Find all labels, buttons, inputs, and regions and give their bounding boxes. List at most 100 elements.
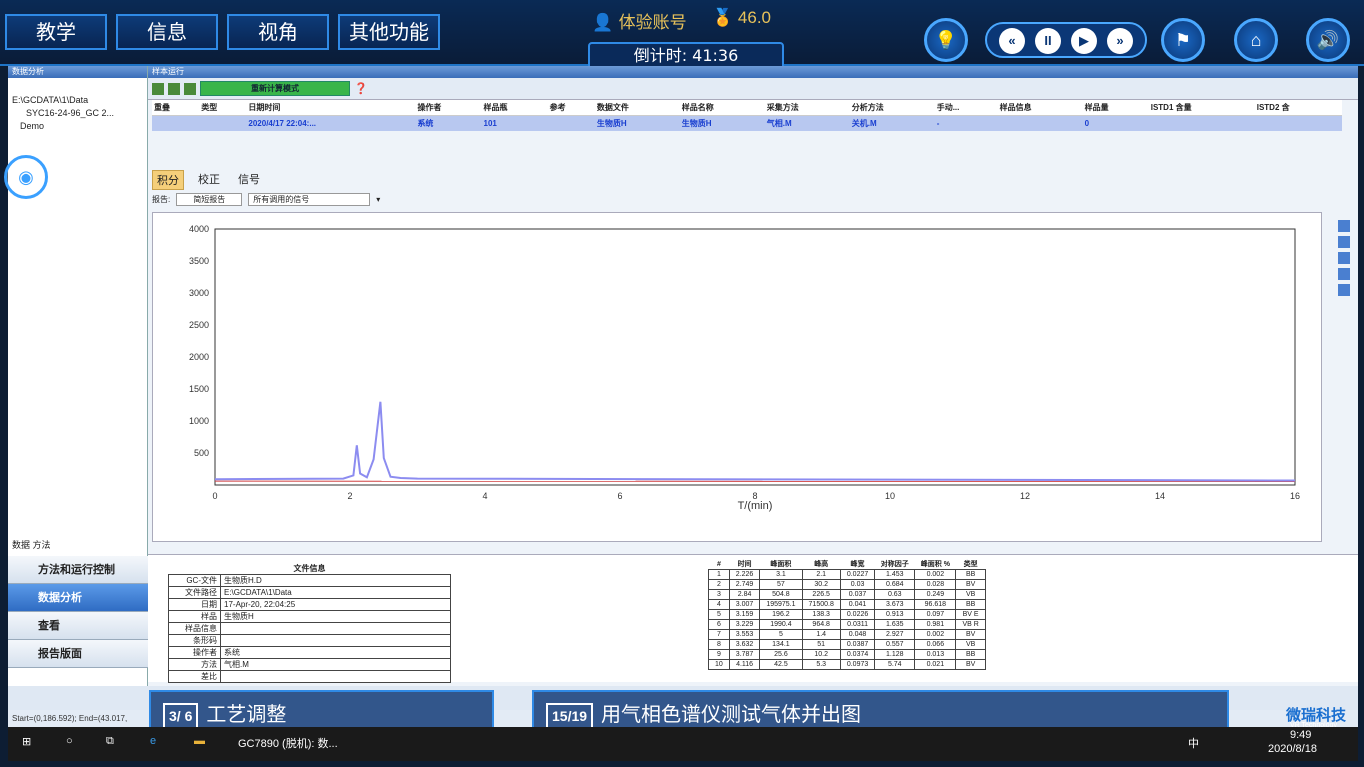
peak-cell: 196.2 — [759, 609, 803, 620]
nav-view[interactable]: 查看 — [8, 612, 148, 640]
folder-icon[interactable]: ▬ — [194, 735, 205, 747]
table-row[interactable]: 2020/4/17 22:04:... 系统 101 生物质H 生物质H 气相.… — [152, 115, 1342, 131]
fast-forward-icon[interactable]: » — [1107, 28, 1133, 54]
column-header[interactable]: 分析方法 — [849, 100, 935, 116]
tab-signal[interactable]: 信号 — [234, 170, 264, 190]
column-header[interactable]: 类型 — [199, 100, 247, 116]
column-header[interactable]: 采集方法 — [764, 100, 850, 116]
info-row: GC-文件 生物质H.D — [168, 574, 451, 587]
peak-cell: 3.159 — [728, 609, 761, 620]
speaker-icon[interactable]: 🔊 — [1306, 18, 1350, 62]
help-icon[interactable]: ❓ — [354, 82, 368, 95]
table-row[interactable]: 1 2.226 3.1 2.1 0.0227 1.453 0.002 BB — [708, 569, 986, 580]
peak-cell: BV — [955, 629, 986, 640]
column-header[interactable]: 样品瓶 — [481, 100, 548, 116]
user-icon: 👤 — [592, 13, 614, 33]
column-header[interactable]: 样品名称 — [679, 100, 765, 116]
light-bulb-icon[interactable]: 💡 — [924, 18, 968, 62]
peak-cell: BB — [955, 599, 986, 610]
info-key: 方法 — [168, 658, 221, 671]
column-header[interactable]: 日期时间 — [246, 100, 416, 116]
peak-cell: 0.557 — [874, 639, 916, 650]
peak-cell: 5.3 — [801, 659, 841, 670]
step-icon[interactable] — [168, 82, 180, 95]
pause-icon[interactable]: II — [1035, 28, 1061, 54]
table-row[interactable]: 4 3.007 195975.1 71500.8 0.041 3.673 96.618 BB — [708, 599, 986, 610]
taskbar-app[interactable]: GC7890 (脱机): 数... — [238, 735, 338, 751]
info-row: 日期 17-Apr-20, 22:04:25 — [168, 598, 451, 611]
menu-view[interactable]: 视角 — [227, 14, 329, 50]
run-icon[interactable] — [152, 82, 164, 95]
info-row: 方法 气相.M — [168, 658, 451, 671]
peak-cell: 0.0227 — [839, 569, 876, 580]
peak-cell: 0.913 — [874, 609, 916, 620]
table-row[interactable]: 2 2.749 57 30.2 0.03 0.684 0.028 BV — [708, 579, 986, 590]
column-header[interactable]: 数据文件 — [594, 100, 680, 116]
tree-item[interactable]: Demo — [12, 120, 143, 133]
bookmark-icon[interactable]: ⚑ — [1161, 18, 1205, 62]
windows-icon[interactable]: ⊞ — [22, 735, 31, 748]
text-tool-icon[interactable] — [1338, 236, 1350, 248]
arrow-tool-icon[interactable] — [1338, 252, 1350, 264]
play-icon[interactable]: ▶ — [1071, 28, 1097, 54]
table-row[interactable]: 9 3.787 25.6 10.2 0.0374 1.128 0.013 BB — [708, 649, 986, 660]
chevron-down-icon[interactable]: ▾ — [376, 195, 380, 204]
table-row[interactable]: 10 4.116 42.5 5.3 0.0973 5.74 0.021 BV — [708, 659, 986, 670]
column-header[interactable]: 样品量 — [1082, 100, 1149, 116]
peak-cell: 4.116 — [728, 659, 761, 670]
tree-item[interactable]: SYC16-24-96_GC 2... — [12, 107, 143, 120]
recalc-mode-button[interactable]: 重新计算模式 — [200, 81, 350, 96]
home-icon[interactable]: ⌂ — [1234, 18, 1278, 62]
column-header[interactable]: 参考 — [547, 100, 595, 116]
table-row[interactable]: 7 3.553 5 1.4 0.048 2.927 0.002 BV — [708, 629, 986, 640]
tree-item[interactable]: E:\GCDATA\1\Data — [12, 94, 143, 107]
y-tick-label: 1000 — [189, 416, 209, 426]
peak-cell: 2 — [708, 579, 730, 590]
column-header[interactable]: 手动... — [934, 100, 998, 116]
info-row: 条形码 — [168, 634, 451, 647]
column-header[interactable]: 操作者 — [415, 100, 482, 116]
peak-cell: 0.249 — [914, 589, 957, 600]
peak-cell: 2.84 — [728, 589, 761, 600]
table-row[interactable]: 5 3.159 196.2 138.3 0.0226 0.913 0.097 BV E — [708, 609, 986, 620]
column-header[interactable]: ISTD2 含 — [1254, 100, 1342, 116]
data-tree: E:\GCDATA\1\Data SYC16-24-96_GC 2... Dem… — [8, 78, 147, 149]
top-bar: 教学 信息 视角 其他功能 👤 体验账号 🏅 46.0 倒计时: 41:36 💡… — [0, 0, 1364, 70]
menu-teaching[interactable]: 教学 — [5, 14, 107, 50]
peak-cell: 0.013 — [914, 649, 957, 660]
signal-select[interactable]: 所有调用的信号 — [248, 192, 371, 206]
text-tool-icon[interactable] — [1338, 220, 1350, 232]
table-row[interactable]: 8 3.632 134.1 51 0.0387 0.557 0.066 VB — [708, 639, 986, 650]
peak-cell: 51 — [801, 639, 841, 650]
task-view-icon[interactable]: ⧉ — [106, 735, 114, 748]
rewind-icon[interactable]: « — [999, 28, 1025, 54]
report-select[interactable]: 简短报告 — [176, 192, 243, 206]
task-label: 用气相色谱仪测试气体并出图 — [601, 702, 862, 726]
table-row[interactable]: 3 2.84 504.8 226.5 0.037 0.63 0.249 VB — [708, 589, 986, 600]
nav-method[interactable]: 方法和运行控制 — [8, 556, 148, 584]
step-label: 工艺调整 — [206, 702, 287, 726]
peak-cell: 134.1 — [759, 639, 803, 650]
tab-integration[interactable]: 积分 — [152, 170, 184, 190]
nav-data-analysis[interactable]: 数据分析 — [8, 584, 148, 612]
column-header[interactable]: 重叠 — [152, 100, 200, 116]
column-header[interactable]: ISTD1 含量 — [1148, 100, 1255, 116]
info-row: 样品 生物质H — [168, 610, 451, 623]
menu-other[interactable]: 其他功能 — [338, 14, 440, 50]
edge-icon[interactable]: e — [150, 735, 156, 747]
search-icon[interactable]: ○ — [66, 735, 73, 747]
zoom-icon[interactable] — [1338, 268, 1350, 280]
peak-cell: 0.048 — [839, 629, 876, 640]
nav-report[interactable]: 报告版面 — [8, 640, 148, 668]
menu-info[interactable]: 信息 — [116, 14, 218, 50]
left-tabs[interactable]: 数据 方法 — [8, 536, 55, 553]
tab-calibration[interactable]: 校正 — [194, 170, 224, 190]
table-row[interactable]: 6 3.229 1990.4 964.8 0.0311 1.635 0.981 VB R — [708, 619, 986, 630]
next-icon[interactable] — [184, 82, 196, 95]
baseline-icon[interactable] — [1338, 284, 1350, 296]
chromatogram-chart[interactable]: 500 1000 1500 2000 2500 3000 3500 4000 0 2 4 6 8 10 12… — [152, 212, 1322, 542]
peak-cell: 138.3 — [801, 609, 841, 620]
column-header[interactable]: 样品信息 — [997, 100, 1083, 116]
eye-icon[interactable]: ◉ — [4, 155, 48, 199]
ime-indicator[interactable]: 中 — [1188, 735, 1199, 751]
